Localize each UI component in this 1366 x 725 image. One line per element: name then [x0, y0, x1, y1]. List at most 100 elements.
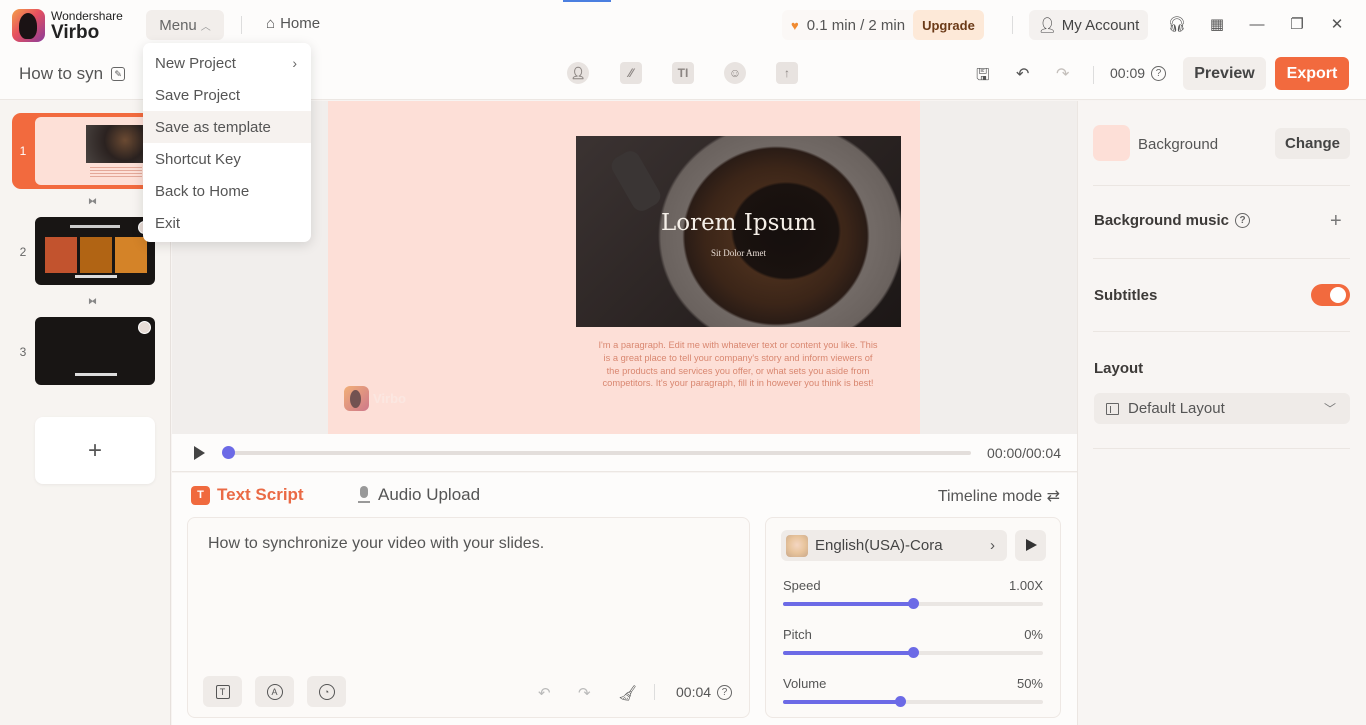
volume-slider[interactable]: Volume 50% [783, 676, 1043, 707]
minimize-icon[interactable]: — [1247, 14, 1267, 34]
menu-item-shortcut-key[interactable]: Shortcut Key [143, 143, 311, 175]
play-icon[interactable] [194, 446, 205, 460]
menu-item-label: New Project [155, 54, 236, 72]
divider [1012, 16, 1013, 34]
slider-label: Speed [783, 578, 821, 593]
slider-value: 50% [1016, 676, 1043, 691]
script-editor[interactable]: How to synchronize your video with your … [187, 517, 750, 718]
help-icon[interactable]: ? [1151, 65, 1167, 81]
seek-track[interactable] [228, 451, 971, 455]
divider [1093, 258, 1350, 259]
sticker-icon[interactable]: ☺ [724, 62, 746, 84]
menu-item-save-project[interactable]: Save Project [143, 79, 311, 111]
menu-button[interactable]: Menu ︿ [146, 10, 224, 40]
slider-handle[interactable] [908, 598, 919, 609]
loading-indicator [563, 0, 611, 2]
home-icon: ⌂ [266, 15, 276, 32]
help-icon[interactable]: ? [1235, 213, 1251, 228]
avatar-badge [138, 321, 151, 334]
background-icon[interactable]: ⁄⁄ [620, 62, 642, 84]
export-button[interactable]: Export [1275, 57, 1349, 90]
slide-title[interactable]: Lorem Ipsum [576, 210, 901, 236]
script-area: T Text Script Audio Upload Timeline mode… [172, 473, 1077, 725]
slider-rail[interactable] [783, 598, 1043, 609]
menu-item-label: Shortcut Key [155, 150, 241, 168]
menu-item-label: Save Project [155, 86, 241, 104]
support-headset-icon[interactable]: 🎧︎ [1167, 14, 1187, 34]
coffee-image[interactable]: Lorem Ipsum Sit Dolor Amet [576, 136, 901, 327]
help-icon[interactable]: ? [717, 684, 733, 700]
undo-icon[interactable]: ↶ [538, 684, 551, 702]
tab-text-script[interactable]: T Text Script [191, 485, 304, 505]
voice-preview-play-button[interactable] [1015, 530, 1046, 561]
seek-handle[interactable] [222, 446, 235, 459]
save-icon[interactable]: 🖫 [976, 64, 990, 91]
script-text[interactable]: How to synchronize your video with your … [208, 535, 544, 553]
undo-icon[interactable]: ↶ [1016, 64, 1029, 84]
slide-thumbnail-1[interactable]: 1 [12, 113, 157, 189]
slider-handle[interactable] [895, 696, 906, 707]
heading-text: Background music [1094, 212, 1230, 229]
user-icon: 👤︎ [1037, 17, 1057, 34]
background-music-heading: Background music ? [1094, 212, 1251, 229]
subtitles-toggle[interactable] [1311, 284, 1350, 306]
clear-brush-icon[interactable]: 🧹︎ [618, 684, 637, 702]
redo-icon[interactable]: ↷ [1056, 64, 1069, 84]
insert-text-button[interactable]: T [203, 676, 242, 707]
menu-item-back-to-home[interactable]: Back to Home [143, 175, 311, 207]
properties-panel: Background Change Background music ? + S… [1077, 101, 1366, 725]
transition-icon[interactable]: ⧓ [88, 296, 97, 307]
transition-icon[interactable]: ⧓ [88, 196, 97, 207]
background-color-swatch[interactable] [1093, 125, 1130, 161]
pronunciation-button[interactable]: A [255, 676, 294, 707]
my-account-button[interactable]: 👤︎ My Account [1029, 10, 1148, 40]
preview-button[interactable]: Preview [1183, 57, 1266, 90]
usage-indicator: ♥ 0.1 min / 2 min Upgrade [782, 10, 984, 40]
avatar-icon[interactable]: 👤︎ [567, 62, 589, 84]
upgrade-button[interactable]: Upgrade [913, 10, 984, 40]
project-name[interactable]: How to syn ✎ [19, 64, 126, 84]
slider-rail[interactable] [783, 647, 1043, 658]
menu-item-new-project[interactable]: New Project › [143, 47, 311, 79]
redo-icon[interactable]: ↷ [578, 684, 591, 702]
pause-button[interactable]: ◔ [307, 676, 346, 707]
tab-audio-upload[interactable]: Audio Upload [358, 485, 480, 505]
menu-label: Menu [159, 16, 197, 34]
timeline-mode-toggle[interactable]: Timeline mode ⇄ [938, 486, 1060, 506]
slide-paragraph[interactable]: I'm a paragraph. Edit me with whatever t… [598, 339, 878, 390]
slider-label: Volume [783, 676, 827, 691]
menu-item-exit[interactable]: Exit [143, 207, 311, 239]
upload-icon[interactable]: ↑ [776, 62, 798, 84]
speed-slider[interactable]: Speed 1.00X [783, 578, 1043, 609]
chevron-up-icon: ︿ [200, 21, 211, 33]
slide-canvas[interactable]: Lorem Ipsum Sit Dolor Amet I'm a paragra… [328, 101, 920, 434]
menu-item-label: Exit [155, 214, 181, 232]
restore-icon[interactable]: ❐ [1287, 14, 1307, 34]
apps-grid-icon[interactable]: ▦ [1207, 14, 1227, 34]
home-button[interactable]: ⌂ Home [266, 15, 320, 32]
change-background-button[interactable]: Change [1275, 128, 1350, 159]
slider-handle[interactable] [908, 647, 919, 658]
project-name-text: How to syn [19, 64, 104, 83]
voice-selector[interactable]: English(USA)-Cora › [781, 530, 1007, 561]
slider-rail[interactable] [783, 696, 1043, 707]
slider-fill [783, 700, 900, 704]
credit-heart-icon: ♥ [791, 17, 799, 33]
text-icon[interactable]: TI [672, 62, 694, 84]
slider-value: 0% [1024, 627, 1043, 642]
menu-item-save-as-template[interactable]: Save as template [143, 111, 311, 143]
add-slide-button[interactable]: + [35, 417, 155, 484]
add-music-icon[interactable]: + [1330, 210, 1342, 233]
slide-thumbnail-3[interactable]: 3 [12, 317, 157, 385]
layout-dropdown[interactable]: Default Layout ﹀ [1094, 393, 1350, 424]
divider [1093, 331, 1350, 332]
slide-thumbnail-2[interactable]: 2 [12, 217, 157, 285]
close-icon[interactable]: ✕ [1327, 14, 1347, 34]
pitch-slider[interactable]: Pitch 0% [783, 627, 1043, 658]
duration-text: 00:09 [1110, 65, 1146, 81]
pronunciation-icon: A [266, 683, 283, 700]
edit-icon[interactable]: ✎ [111, 67, 126, 81]
microphone-icon [358, 486, 370, 504]
playback-time: 00:00/00:04 [987, 445, 1061, 461]
slide-subtitle[interactable]: Sit Dolor Amet [576, 248, 901, 258]
